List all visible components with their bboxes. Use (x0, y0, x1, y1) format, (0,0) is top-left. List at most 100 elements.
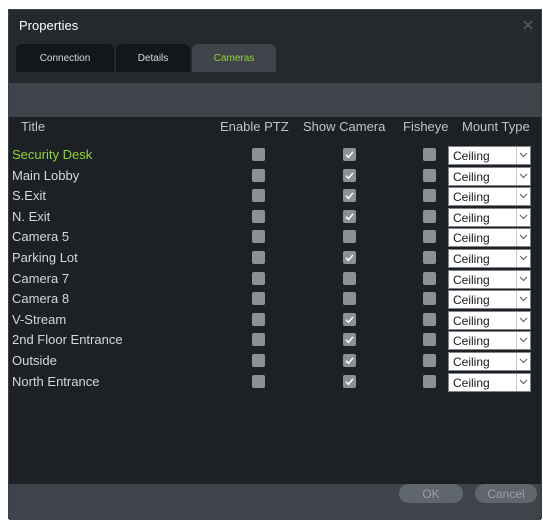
ok-button[interactable]: OK (399, 484, 463, 503)
chevron-down-icon[interactable] (516, 353, 530, 370)
show-camera-checkbox[interactable] (343, 251, 356, 264)
row-title: Security Desk (12, 147, 93, 162)
mount-type-value: Ceiling (453, 170, 490, 184)
chevron-down-icon[interactable] (516, 271, 530, 288)
row-title: Main Lobby (12, 168, 80, 183)
chevron-down-icon[interactable] (516, 209, 530, 226)
row-title: Camera 5 (12, 229, 70, 244)
show-camera-checkbox[interactable] (343, 292, 356, 305)
check-icon (345, 378, 354, 386)
mount-type-value: Ceiling (453, 211, 490, 225)
show-camera-checkbox[interactable] (343, 272, 356, 285)
fisheye-checkbox[interactable] (423, 189, 436, 202)
mount-type-select[interactable]: Ceiling (448, 167, 531, 186)
fisheye-checkbox[interactable] (423, 292, 436, 305)
show-camera-checkbox[interactable] (343, 230, 356, 243)
enable-ptz-checkbox[interactable] (252, 148, 265, 161)
mount-type-value: Ceiling (453, 273, 490, 287)
fisheye-checkbox[interactable] (423, 333, 436, 346)
chevron-down-icon[interactable] (516, 250, 530, 267)
column-header-mount-type: Mount Type (462, 119, 530, 134)
chevron-down-icon[interactable] (516, 312, 530, 329)
enable-ptz-checkbox[interactable] (252, 313, 265, 326)
enable-ptz-checkbox[interactable] (252, 375, 265, 388)
chevron-down-icon[interactable] (516, 147, 530, 164)
mount-type-value: Ceiling (453, 376, 490, 390)
tab-details[interactable]: Details (116, 44, 190, 72)
mount-type-select[interactable]: Ceiling (448, 270, 531, 289)
mount-type-select[interactable]: Ceiling (448, 373, 531, 392)
show-camera-checkbox[interactable] (343, 313, 356, 326)
show-camera-checkbox[interactable] (343, 354, 356, 367)
fisheye-checkbox[interactable] (423, 169, 436, 182)
row-title: Parking Lot (12, 250, 78, 265)
show-camera-checkbox[interactable] (343, 210, 356, 223)
check-icon (345, 192, 354, 200)
column-header-show-camera: Show Camera (303, 119, 386, 134)
fisheye-checkbox[interactable] (423, 148, 436, 161)
mount-type-select[interactable]: Ceiling (448, 311, 531, 330)
row-title: 2nd Floor Entrance (12, 332, 123, 347)
enable-ptz-checkbox[interactable] (252, 251, 265, 264)
mount-type-value: Ceiling (453, 293, 490, 307)
check-icon (345, 336, 354, 344)
column-header-fisheye: Fisheye (403, 119, 449, 134)
check-icon (345, 213, 354, 221)
mount-type-value: Ceiling (453, 355, 490, 369)
mount-type-select[interactable]: Ceiling (448, 146, 531, 165)
chevron-down-icon[interactable] (516, 291, 530, 308)
fisheye-checkbox[interactable] (423, 313, 436, 326)
check-icon (345, 357, 354, 365)
chevron-down-icon[interactable] (516, 332, 530, 349)
enable-ptz-checkbox[interactable] (252, 292, 265, 305)
row-title: Camera 7 (12, 271, 70, 286)
title-bar: Properties (9, 10, 541, 43)
enable-ptz-checkbox[interactable] (252, 230, 265, 243)
fisheye-checkbox[interactable] (423, 375, 436, 388)
show-camera-checkbox[interactable] (343, 189, 356, 202)
mount-type-select[interactable]: Ceiling (448, 208, 531, 227)
show-camera-checkbox[interactable] (343, 375, 356, 388)
mount-type-value: Ceiling (453, 149, 490, 163)
row-title: Outside (12, 353, 57, 368)
enable-ptz-checkbox[interactable] (252, 210, 265, 223)
cancel-button[interactable]: Cancel (475, 484, 537, 503)
close-icon[interactable] (521, 18, 535, 32)
mount-type-select[interactable]: Ceiling (448, 331, 531, 350)
check-icon (345, 172, 354, 180)
chevron-down-icon[interactable] (516, 229, 530, 246)
fisheye-checkbox[interactable] (423, 354, 436, 367)
fisheye-checkbox[interactable] (423, 272, 436, 285)
mount-type-select[interactable]: Ceiling (448, 187, 531, 206)
chevron-down-icon[interactable] (516, 374, 530, 391)
mount-type-value: Ceiling (453, 314, 490, 328)
mount-type-select[interactable]: Ceiling (448, 249, 531, 268)
dialog-title: Properties (19, 18, 79, 33)
enable-ptz-checkbox[interactable] (252, 333, 265, 346)
mount-type-value: Ceiling (453, 252, 490, 266)
row-title: V-Stream (12, 312, 67, 327)
row-title: N. Exit (12, 209, 51, 224)
show-camera-checkbox[interactable] (343, 148, 356, 161)
mount-type-select[interactable]: Ceiling (448, 290, 531, 309)
row-title: North Entrance (12, 374, 100, 389)
tab-header-band (9, 83, 541, 117)
mount-type-value: Ceiling (453, 334, 490, 348)
enable-ptz-checkbox[interactable] (252, 169, 265, 182)
chevron-down-icon[interactable] (516, 168, 530, 185)
fisheye-checkbox[interactable] (423, 230, 436, 243)
tab-connection[interactable]: Connection (16, 44, 114, 72)
tab-cameras[interactable]: Cameras (192, 44, 276, 72)
enable-ptz-checkbox[interactable] (252, 272, 265, 285)
chevron-down-icon[interactable] (516, 188, 530, 205)
mount-type-select[interactable]: Ceiling (448, 228, 531, 247)
show-camera-checkbox[interactable] (343, 169, 356, 182)
show-camera-checkbox[interactable] (343, 333, 356, 346)
mount-type-value: Ceiling (453, 231, 490, 245)
mount-type-select[interactable]: Ceiling (448, 352, 531, 371)
fisheye-checkbox[interactable] (423, 210, 436, 223)
check-icon (345, 316, 354, 324)
fisheye-checkbox[interactable] (423, 251, 436, 264)
enable-ptz-checkbox[interactable] (252, 354, 265, 367)
enable-ptz-checkbox[interactable] (252, 189, 265, 202)
